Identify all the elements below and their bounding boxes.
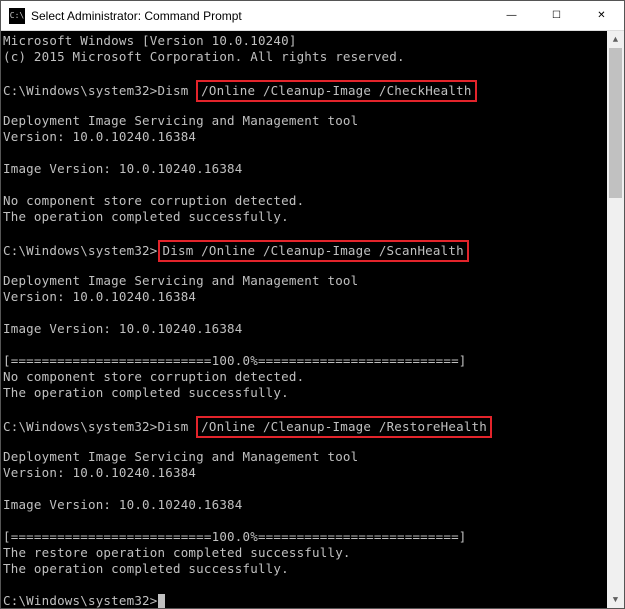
output-line: (c) 2015 Microsoft Corporation. All righ… [3, 49, 607, 65]
output-line [3, 513, 607, 529]
output-line: The operation completed successfully. [3, 561, 607, 577]
output-line: The operation completed successfully. [3, 385, 607, 401]
output-line: Deployment Image Servicing and Managemen… [3, 113, 607, 129]
output-line: No component store corruption detected. [3, 369, 607, 385]
output-line [3, 481, 607, 497]
output-line: Image Version: 10.0.10240.16384 [3, 321, 607, 337]
output-line: Microsoft Windows [Version 10.0.10240] [3, 33, 607, 49]
prompt-line: C:\Windows\system32>Dism /Online /Cleanu… [3, 81, 607, 97]
output-line [3, 177, 607, 193]
command-prompt-window: C:\ Select Administrator: Command Prompt… [0, 0, 625, 609]
maximize-button[interactable]: ☐ [534, 1, 579, 30]
prompt-line: C:\Windows\system32>Dism /Online /Cleanu… [3, 417, 607, 433]
output-line: Deployment Image Servicing and Managemen… [3, 449, 607, 465]
window-title: Select Administrator: Command Prompt [31, 9, 489, 23]
output-line: [==========================100.0%=======… [3, 529, 607, 545]
minimize-button[interactable]: — [489, 1, 534, 30]
highlighted-command: /Online /Cleanup-Image /CheckHealth [196, 80, 476, 102]
output-line [3, 577, 607, 593]
scroll-down-arrow-icon[interactable]: ▼ [607, 591, 624, 608]
prompt-line: C:\Windows\system32>Dism /Online /Cleanu… [3, 241, 607, 257]
prompt-text: C:\Windows\system32>Dism [3, 83, 196, 98]
terminal-output[interactable]: Microsoft Windows [Version 10.0.10240](c… [1, 31, 607, 608]
output-line [3, 145, 607, 161]
vertical-scrollbar[interactable]: ▲ ▼ [607, 31, 624, 608]
close-button[interactable]: ✕ [579, 1, 624, 30]
highlighted-command: Dism /Online /Cleanup-Image /ScanHealth [158, 240, 469, 262]
prompt-text: C:\Windows\system32> [3, 593, 158, 608]
prompt-text: C:\Windows\system32>Dism [3, 419, 196, 434]
output-line: Deployment Image Servicing and Managemen… [3, 273, 607, 289]
terminal-content-area: Microsoft Windows [Version 10.0.10240](c… [1, 31, 624, 608]
highlighted-command: /Online /Cleanup-Image /RestoreHealth [196, 416, 492, 438]
cursor [158, 594, 165, 608]
scroll-up-arrow-icon[interactable]: ▲ [607, 31, 624, 48]
output-line [3, 337, 607, 353]
output-line [3, 65, 607, 81]
output-line: No component store corruption detected. [3, 193, 607, 209]
output-line: [==========================100.0%=======… [3, 353, 607, 369]
output-line [3, 305, 607, 321]
window-controls: — ☐ ✕ [489, 1, 624, 30]
output-line: Version: 10.0.10240.16384 [3, 465, 607, 481]
output-line [3, 401, 607, 417]
scrollbar-thumb[interactable] [609, 48, 622, 198]
scrollbar-track[interactable] [607, 48, 624, 591]
output-line: Version: 10.0.10240.16384 [3, 129, 607, 145]
cmd-icon: C:\ [9, 8, 25, 24]
output-line: Version: 10.0.10240.16384 [3, 289, 607, 305]
prompt-line: C:\Windows\system32> [3, 593, 607, 608]
output-line: The restore operation completed successf… [3, 545, 607, 561]
prompt-text: C:\Windows\system32> [3, 243, 158, 258]
titlebar[interactable]: C:\ Select Administrator: Command Prompt… [1, 1, 624, 31]
output-line: Image Version: 10.0.10240.16384 [3, 161, 607, 177]
output-line: The operation completed successfully. [3, 209, 607, 225]
output-line [3, 225, 607, 241]
output-line: Image Version: 10.0.10240.16384 [3, 497, 607, 513]
